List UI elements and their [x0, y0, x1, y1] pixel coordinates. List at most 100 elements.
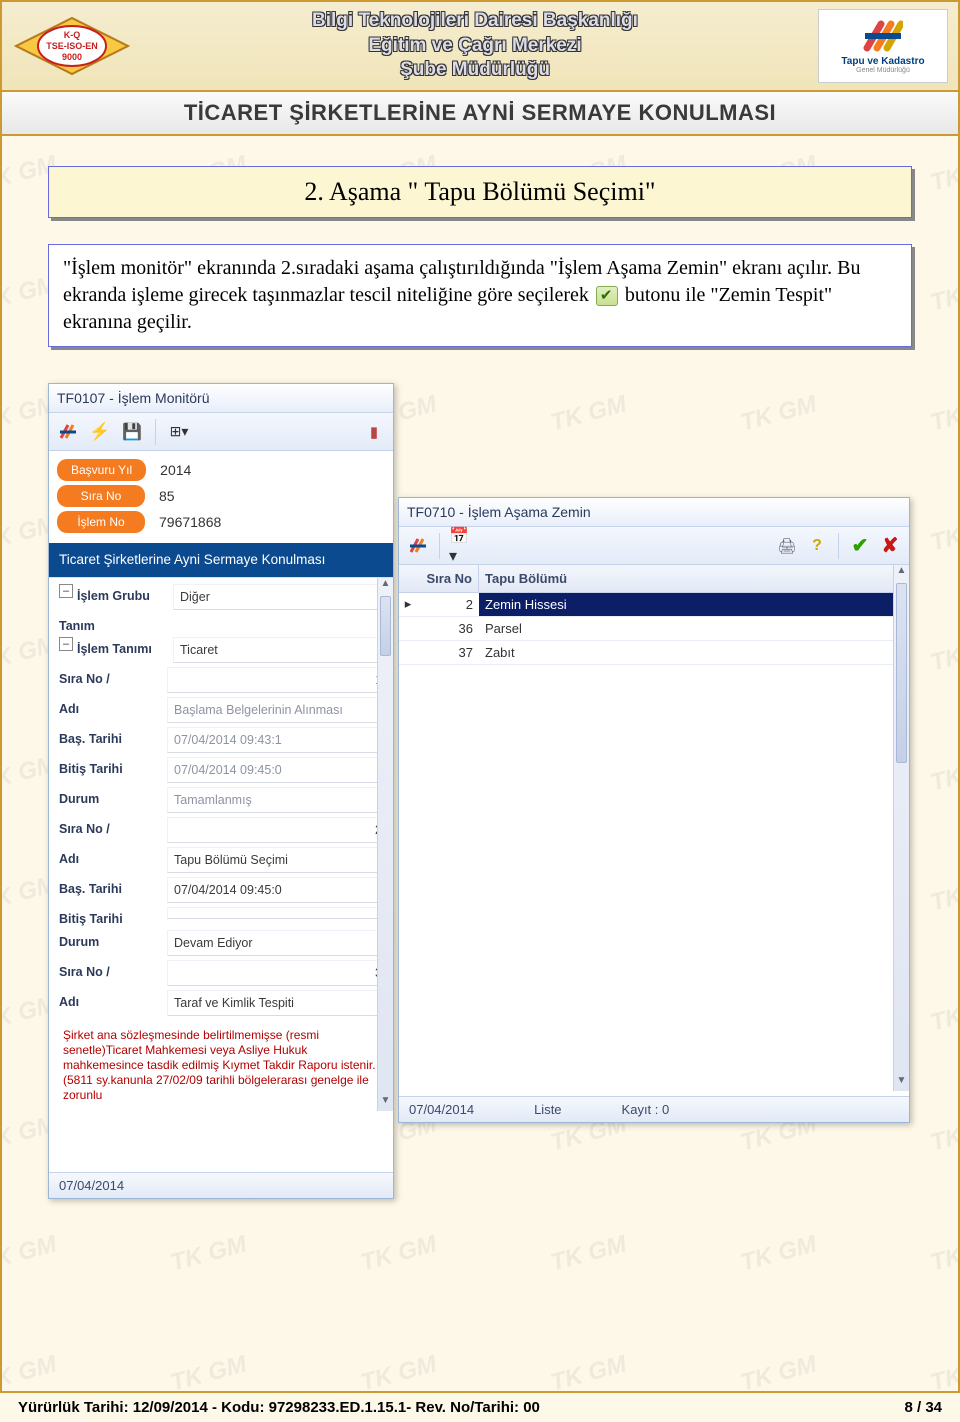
stage-title: 2. Aşama " Tapu Bölümü Seçimi"	[304, 177, 655, 206]
svg-text:K-Q: K-Q	[64, 30, 81, 40]
adi-label: Adı	[59, 990, 167, 1009]
scrollbar[interactable]: ▲ ▼	[377, 578, 393, 1111]
durum-1[interactable]: Tamamlanmış	[167, 787, 389, 813]
scroll-down-icon[interactable]: ▼	[894, 1075, 909, 1091]
monitor-info: Başvuru Yıl 2014 Sıra No 85 İşlem No 796…	[49, 451, 393, 543]
table-row[interactable]: 36 Parsel	[399, 617, 909, 641]
bit-2[interactable]	[167, 907, 389, 919]
confirm-icon[interactable]: ✔	[847, 533, 873, 559]
scroll-up-icon[interactable]: ▲	[378, 578, 393, 594]
check-icon	[596, 286, 618, 306]
islem-no-label: İşlem No	[57, 511, 145, 533]
scroll-up-icon[interactable]: ▲	[894, 565, 909, 581]
svg-text:TSE-ISO-EN: TSE-ISO-EN	[46, 41, 98, 51]
row-name: Zabıt	[479, 641, 909, 664]
separator	[838, 533, 839, 559]
adi-3[interactable]: Taraf ve Kimlik Tespiti	[167, 990, 389, 1016]
zemin-toolbar: 📅▾ 🖨 ? ✔ ✘	[399, 527, 909, 565]
stage-title-box: 2. Aşama " Tapu Bölümü Seçimi"	[48, 166, 912, 218]
basvuru-yil-label: Başvuru Yıl	[57, 459, 146, 481]
col-tapu-bolumu[interactable]: Tapu Bölümü	[479, 565, 909, 592]
scroll-thumb[interactable]	[380, 596, 391, 656]
row-no: 37	[417, 641, 479, 664]
save-icon[interactable]: 💾	[119, 419, 145, 445]
app-icon[interactable]	[55, 419, 81, 445]
content-area: 2. Aşama " Tapu Bölümü Seçimi" "İşlem mo…	[0, 136, 960, 1392]
logo-tse: K-Q TSE-ISO-EN 9000	[12, 14, 132, 78]
page-header: K-Q TSE-ISO-EN 9000 Bilgi Teknolojileri …	[0, 0, 960, 92]
logo-right-label: Tapu ve Kadastro	[841, 56, 924, 67]
window-islem-monitoru: TF0107 - İşlem Monitörü ⚡ 💾 ⊞▾ ▮ Başvuru…	[48, 383, 394, 1199]
separator	[155, 419, 156, 445]
monitor-strip: Ticaret Şirketlerine Ayni Sermaye Konulm…	[49, 543, 393, 577]
adi-label: Adı	[59, 847, 167, 866]
adi-label: Adı	[59, 697, 167, 716]
sira-label: Sıra No /	[59, 667, 167, 686]
logo-tkgm: Tapu ve Kadastro Genel Müdürlüğü	[818, 9, 948, 83]
header-line1: Bilgi Teknolojileri Dairesi Başkanlığı	[132, 9, 818, 34]
lightning-icon[interactable]: ⚡	[87, 419, 113, 445]
table-row[interactable]: ▸ 2 Zemin Hissesi	[399, 593, 909, 617]
print-icon[interactable]: 🖨	[774, 533, 800, 559]
monitor-status: 07/04/2014	[49, 1172, 393, 1198]
bit-label: Bitiş Tarihi	[59, 757, 167, 776]
table-row[interactable]: 37 Zabıt	[399, 641, 909, 665]
bit-label: Bitiş Tarihi	[59, 907, 167, 926]
monitor-toolbar: ⚡ 💾 ⊞▾ ▮	[49, 413, 393, 451]
scroll-thumb[interactable]	[896, 583, 907, 763]
bas-2[interactable]: 07/04/2014 09:45:0	[167, 877, 389, 903]
bas-1[interactable]: 07/04/2014 09:43:1	[167, 727, 389, 753]
adi-2[interactable]: Tapu Bölümü Seçimi	[167, 847, 389, 873]
cancel-icon[interactable]: ✘	[877, 533, 903, 559]
sira-no-label: Sıra No	[57, 485, 145, 507]
tanim-label: Tanım	[59, 614, 167, 633]
svg-text:9000: 9000	[62, 52, 82, 62]
monitor-scroll: – İşlem Grubu Diğer Tanım – İşlem Tanımı…	[49, 577, 393, 1137]
islem-tanimi-value[interactable]: Ticaret	[173, 637, 389, 663]
scrollbar[interactable]: ▲ ▼	[893, 565, 909, 1091]
sira-2[interactable]: 2	[167, 817, 389, 843]
sira-label: Sıra No /	[59, 817, 167, 836]
adi-1[interactable]: Başlama Belgelerinin Alınması	[167, 697, 389, 723]
collapse-icon[interactable]: –	[59, 637, 73, 651]
zemin-status: 07/04/2014 Liste Kayıt : 0	[399, 1096, 909, 1122]
sira-label: Sıra No /	[59, 960, 167, 979]
footer-right: 8 / 34	[904, 1399, 942, 1416]
sira-no-value: 85	[153, 488, 175, 504]
row-marker-icon: ▸	[399, 593, 417, 616]
zemin-status-count: Kayıt : 0	[622, 1102, 670, 1117]
monitor-status-date: 07/04/2014	[59, 1178, 124, 1193]
zemin-title: TF0710 - İşlem Aşama Zemin	[399, 498, 909, 527]
durum-label: Durum	[59, 930, 167, 949]
islem-grubu-value[interactable]: Diğer	[173, 584, 389, 610]
islem-tanimi-label: İşlem Tanımı	[77, 637, 173, 656]
row-name: Parsel	[479, 617, 909, 640]
sira-3[interactable]: 3	[167, 960, 389, 986]
header-titles: Bilgi Teknolojileri Dairesi Başkanlığı E…	[132, 9, 818, 83]
monitor-footnote: Şirket ana sözleşmesinde belirtilmemişse…	[49, 1022, 393, 1103]
header-line2: Eğitim ve Çağrı Merkezi	[132, 34, 818, 59]
bit-1[interactable]: 07/04/2014 09:45:0	[167, 757, 389, 783]
scroll-down-icon[interactable]: ▼	[378, 1095, 393, 1111]
header-line3: Şube Müdürlüğü	[132, 58, 818, 83]
device-icon[interactable]: ▮	[361, 419, 387, 445]
screenshot-area: TF0107 - İşlem Monitörü ⚡ 💾 ⊞▾ ▮ Başvuru…	[48, 383, 912, 1203]
collapse-icon[interactable]: –	[59, 584, 73, 598]
zemin-grid-body: ▸ 2 Zemin Hissesi 36 Parsel 37 Zabıt	[399, 593, 909, 665]
layout-icon[interactable]: ⊞▾	[166, 419, 192, 445]
paragraph-box: "İşlem monitör" ekranında 2.sıradaki aşa…	[48, 244, 912, 347]
window-islem-asama-zemin: TF0710 - İşlem Aşama Zemin 📅▾ 🖨 ? ✔ ✘	[398, 497, 910, 1123]
islem-grubu-label: İşlem Grubu	[77, 584, 173, 603]
app-icon[interactable]	[405, 533, 431, 559]
monitor-title: TF0107 - İşlem Monitörü	[49, 384, 393, 413]
bas-label: Baş. Tarihi	[59, 727, 167, 746]
col-sira-no[interactable]: Sıra No	[417, 565, 479, 592]
section-title: TİCARET ŞİRKETLERİNE AYNİ SERMAYE KONULM…	[0, 92, 960, 136]
bas-label: Baş. Tarihi	[59, 877, 167, 896]
calendar-icon[interactable]: 📅▾	[448, 533, 474, 559]
sira-1[interactable]: 1	[167, 667, 389, 693]
help-icon[interactable]: ?	[804, 533, 830, 559]
islem-no-value: 79671868	[153, 514, 221, 530]
durum-2[interactable]: Devam Ediyor	[167, 930, 389, 956]
row-name: Zemin Hissesi	[479, 593, 909, 616]
